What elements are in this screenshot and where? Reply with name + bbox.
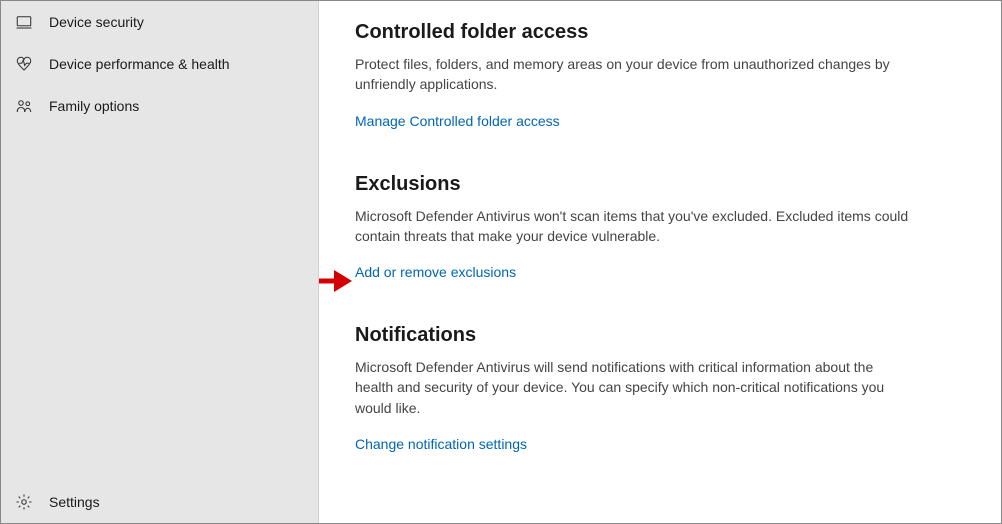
section-description: Microsoft Defender Antivirus will send n…	[355, 357, 915, 418]
main-content: Controlled folder access Protect files, …	[319, 1, 1001, 523]
sidebar-item-label: Settings	[49, 494, 100, 510]
gear-icon	[15, 493, 33, 511]
section-title: Exclusions	[355, 173, 953, 196]
section-title: Notifications	[355, 324, 953, 347]
section-description: Microsoft Defender Antivirus won't scan …	[355, 206, 915, 247]
sidebar-item-settings[interactable]: Settings	[1, 481, 318, 523]
device-security-icon	[15, 13, 33, 31]
sidebar-item-label: Family options	[49, 98, 139, 114]
sidebar-item-label: Device performance & health	[49, 56, 230, 72]
section-title: Controlled folder access	[355, 21, 953, 44]
section-description: Protect files, folders, and memory areas…	[355, 54, 915, 95]
section-controlled-folder-access: Controlled folder access Protect files, …	[355, 21, 953, 129]
link-add-remove-exclusions[interactable]: Add or remove exclusions	[355, 264, 516, 280]
sidebar-item-device-security[interactable]: Device security	[1, 1, 318, 43]
sidebar-item-device-performance[interactable]: Device performance & health	[1, 43, 318, 85]
sidebar-top: Device security Device performance & hea…	[1, 1, 318, 481]
family-icon	[15, 97, 33, 115]
link-change-notification-settings[interactable]: Change notification settings	[355, 436, 527, 452]
link-manage-controlled-folder-access[interactable]: Manage Controlled folder access	[355, 113, 560, 129]
sidebar-item-label: Device security	[49, 14, 144, 30]
sidebar-item-family-options[interactable]: Family options	[1, 85, 318, 127]
section-notifications: Notifications Microsoft Defender Antivir…	[355, 324, 953, 452]
section-exclusions: Exclusions Microsoft Defender Antivirus …	[355, 173, 953, 281]
sidebar: Device security Device performance & hea…	[1, 1, 319, 523]
heart-icon	[15, 55, 33, 73]
annotation-arrow-icon	[319, 264, 352, 298]
